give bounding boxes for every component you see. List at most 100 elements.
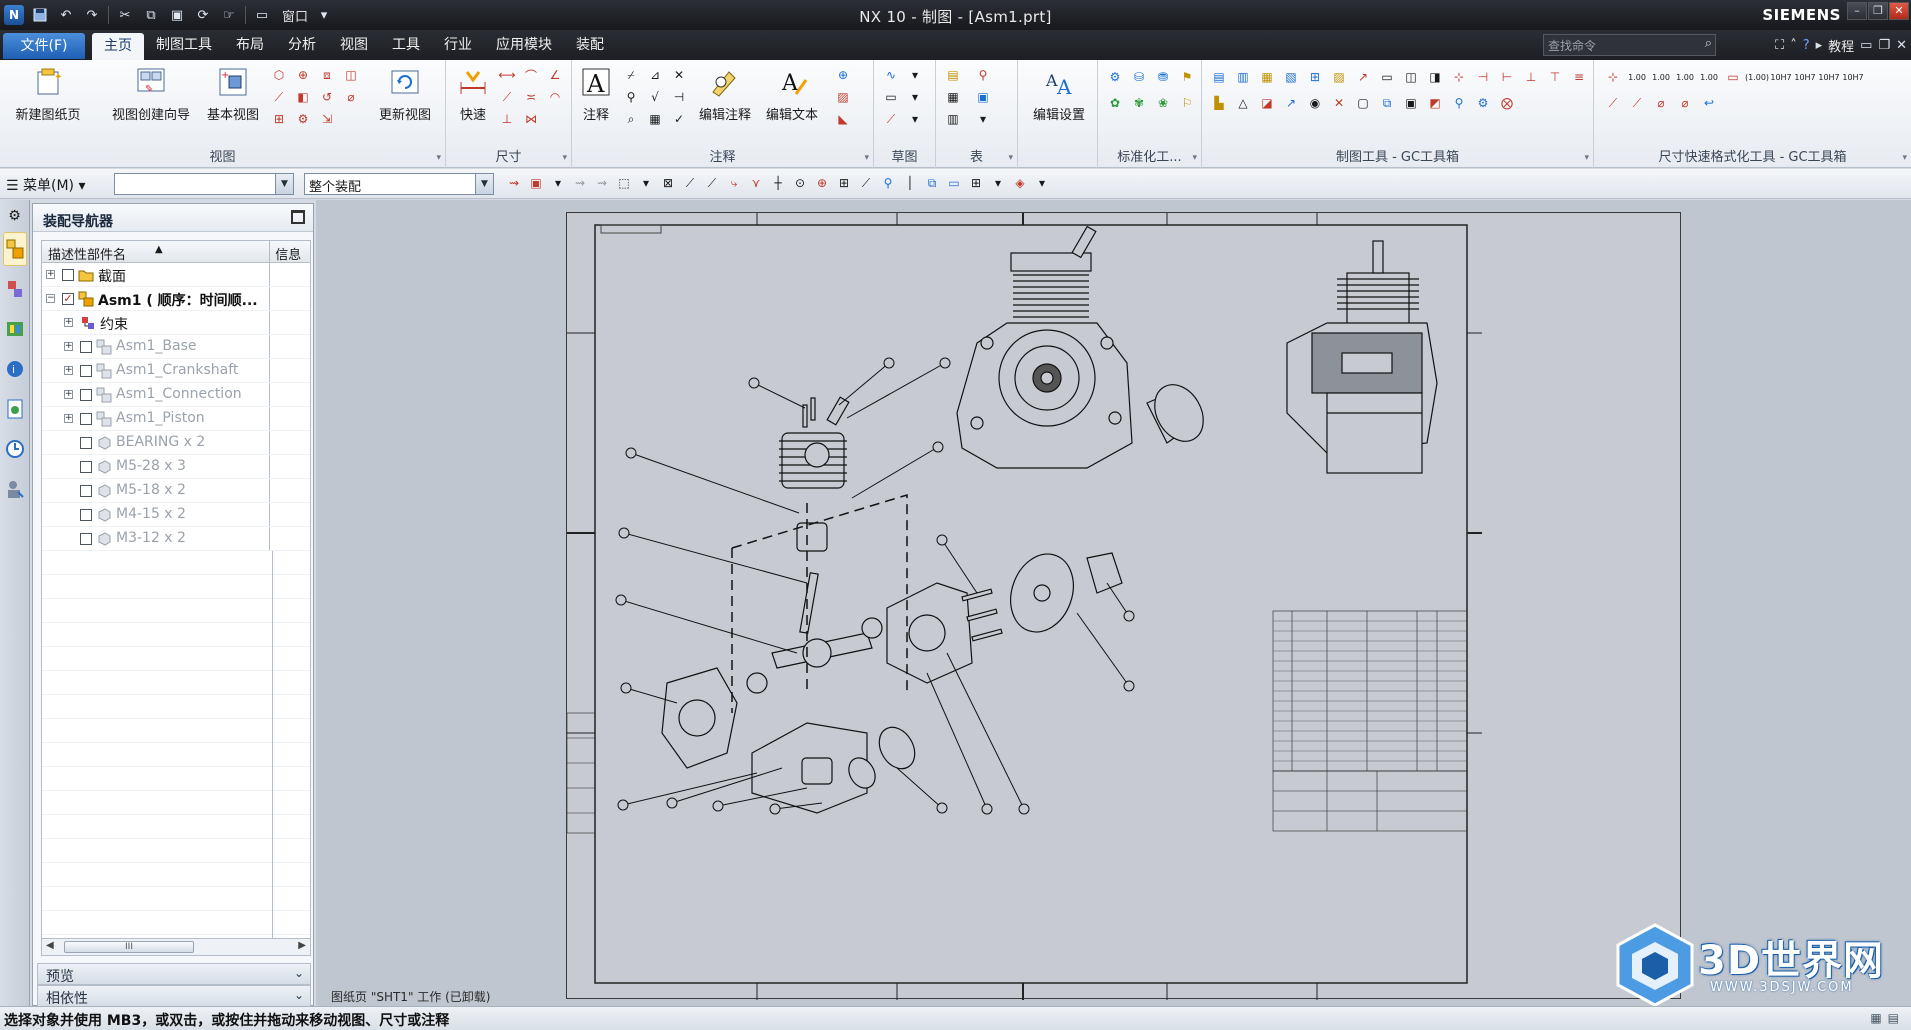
- row-checkbox-checked[interactable]: ✓: [62, 293, 74, 305]
- break-view-icon[interactable]: ◫: [342, 66, 360, 84]
- gc-tool-icon[interactable]: ▭: [1378, 68, 1396, 86]
- chevron-down-icon[interactable]: ⌄: [294, 966, 304, 980]
- hole-table-icon[interactable]: ▣: [974, 88, 992, 106]
- section-view-icon[interactable]: ⧈: [318, 66, 336, 84]
- minimize-button[interactable]: –: [1847, 2, 1867, 20]
- chevron-down-icon[interactable]: ▾: [549, 174, 567, 192]
- weld-symbol-icon[interactable]: ⊣: [670, 88, 688, 106]
- gc-tool-icon[interactable]: ⚲: [1450, 94, 1468, 112]
- gc-tool-icon[interactable]: ⊢: [1498, 68, 1516, 86]
- gc-dim-icon[interactable]: 1.00: [1676, 68, 1694, 86]
- expand-icon[interactable]: +: [64, 366, 73, 375]
- snap-tangent-icon[interactable]: ⟋: [857, 174, 875, 192]
- note-button[interactable]: A 注释: [576, 64, 616, 123]
- search-icon[interactable]: ⌕: [1705, 36, 1712, 51]
- gc-tool-icon[interactable]: ⨂: [1498, 94, 1516, 112]
- perimeter-dim-icon[interactable]: ⋈: [522, 110, 540, 128]
- gc-dim-icon[interactable]: ▭: [1724, 68, 1742, 86]
- move-view-icon[interactable]: ⇲: [318, 110, 336, 128]
- gc-dim-icon[interactable]: [1868, 68, 1886, 86]
- select-faces-icon[interactable]: ⇝: [571, 174, 589, 192]
- snap-midpoint-icon[interactable]: ⟋: [681, 174, 699, 192]
- roles-icon[interactable]: [3, 472, 27, 506]
- row-checkbox[interactable]: [80, 485, 92, 497]
- edit-annotation-button[interactable]: 编辑注释: [690, 64, 760, 123]
- gc-dim-icon[interactable]: ↩: [1700, 94, 1718, 112]
- local-section-icon[interactable]: ⌀: [342, 88, 360, 106]
- snap-center-icon[interactable]: ⊙: [791, 174, 809, 192]
- gc-dim-icon[interactable]: ⌀: [1652, 94, 1670, 112]
- group-expand-icon[interactable]: ▾: [1008, 153, 1013, 163]
- tab-view[interactable]: 视图: [328, 30, 380, 60]
- dropdown-icon[interactable]: ▾: [906, 110, 924, 128]
- surface-finish-icon[interactable]: √: [646, 88, 664, 106]
- tab-industry[interactable]: 行业: [432, 30, 484, 60]
- view-display-icon[interactable]: ▭: [945, 174, 963, 192]
- scroll-thumb[interactable]: III: [64, 941, 194, 953]
- gc-dim-icon[interactable]: ⊹: [1604, 68, 1622, 86]
- gc-tool-icon[interactable]: ▤: [1210, 68, 1228, 86]
- menu-button[interactable]: ☰ 菜单(M) ▾: [6, 175, 86, 195]
- view-boundary-icon[interactable]: ⊞: [270, 110, 288, 128]
- preview-panel[interactable]: 预览 ⌄: [37, 963, 311, 985]
- linear-dim-icon[interactable]: ⟷: [498, 66, 516, 84]
- gc-tool-icon[interactable]: ⊣: [1474, 68, 1492, 86]
- selection-status-icon[interactable]: ▦: [1870, 1011, 1881, 1025]
- tab-drafting-tools[interactable]: 制图工具: [144, 30, 224, 60]
- gc-tool-icon[interactable]: ≡: [1570, 68, 1588, 86]
- gc-tool-icon[interactable]: ◩: [1426, 94, 1444, 112]
- snap-control-icon[interactable]: ⤷: [725, 174, 743, 192]
- dependency-panel[interactable]: 相依性 ⌄: [37, 985, 311, 1007]
- gc-tool-icon[interactable]: △: [1234, 94, 1252, 112]
- radial-dim-icon[interactable]: ⌒: [522, 66, 540, 84]
- gc-tool-icon[interactable]: ▦: [1258, 68, 1276, 86]
- tab-assembly[interactable]: 装配: [564, 30, 616, 60]
- render-style-icon[interactable]: ◈: [1011, 174, 1029, 192]
- tutorial-icon[interactable]: ▸: [1816, 38, 1823, 53]
- tab-application[interactable]: 应用模块: [484, 30, 564, 60]
- drawing-sheet[interactable]: [566, 212, 1681, 1000]
- area-fill-icon[interactable]: ◣: [834, 110, 852, 128]
- tutorial-link[interactable]: 教程: [1828, 36, 1854, 55]
- part-navigator-icon[interactable]: [3, 312, 27, 346]
- fit-window-icon[interactable]: ⛶: [1775, 38, 1784, 53]
- gc-tool-icon[interactable]: ⊞: [1306, 68, 1324, 86]
- assembly-navigator-icon[interactable]: [2, 232, 27, 266]
- group-expand-icon[interactable]: ▾: [1192, 153, 1197, 163]
- dropdown-icon[interactable]: ▾: [906, 66, 924, 84]
- reuse-library-icon[interactable]: [3, 392, 27, 426]
- row-checkbox[interactable]: [80, 365, 92, 377]
- tab-layout[interactable]: 布局: [224, 30, 276, 60]
- dropdown-icon[interactable]: ▾: [974, 110, 992, 128]
- gc-dim-icon[interactable]: (1.00): [1745, 68, 1769, 86]
- view-align-icon[interactable]: ⟋: [270, 88, 288, 106]
- chevron-down-icon[interactable]: ⌄: [294, 988, 304, 1002]
- std-tool-1-icon[interactable]: ⚙: [1106, 68, 1124, 86]
- column-header-name[interactable]: 描述性部件名 ▲: [42, 241, 271, 263]
- layout-icon[interactable]: ⊞: [967, 174, 985, 192]
- scroll-left-icon[interactable]: ◀: [46, 940, 54, 951]
- table-edit-icon[interactable]: ▥: [944, 110, 962, 128]
- gc-dim-icon[interactable]: ⟋: [1628, 94, 1646, 112]
- row-checkbox[interactable]: [80, 461, 92, 473]
- update-view-button[interactable]: 更新视图: [370, 64, 440, 123]
- help-icon[interactable]: ?: [1803, 38, 1810, 53]
- snap-endpoint-icon[interactable]: ⊠: [659, 174, 677, 192]
- rapid-dimension-button[interactable]: 快速: [450, 64, 496, 123]
- group-expand-icon[interactable]: ▾: [562, 153, 567, 163]
- gc-tool-icon[interactable]: ◨: [1426, 68, 1444, 86]
- maximize-icon[interactable]: [291, 210, 305, 224]
- group-expand-icon[interactable]: ▾: [436, 153, 441, 163]
- tree-row[interactable]: M4-15 x 2: [42, 503, 310, 527]
- type-filter-select[interactable]: ▼: [114, 173, 294, 195]
- image-icon[interactable]: ▦: [646, 110, 664, 128]
- gc-dim-icon[interactable]: 1.00: [1628, 68, 1646, 86]
- expand-icon[interactable]: +: [46, 270, 55, 279]
- auto-balloon-icon[interactable]: ⚲: [974, 66, 992, 84]
- tree-row[interactable]: M5-18 x 2: [42, 479, 310, 503]
- gc-tool-icon[interactable]: ▧: [1282, 68, 1300, 86]
- expand-icon[interactable]: +: [64, 414, 73, 423]
- row-checkbox[interactable]: [80, 533, 92, 545]
- web-browser-icon[interactable]: i: [3, 352, 27, 386]
- gc-dim-icon[interactable]: 1.00: [1652, 68, 1670, 86]
